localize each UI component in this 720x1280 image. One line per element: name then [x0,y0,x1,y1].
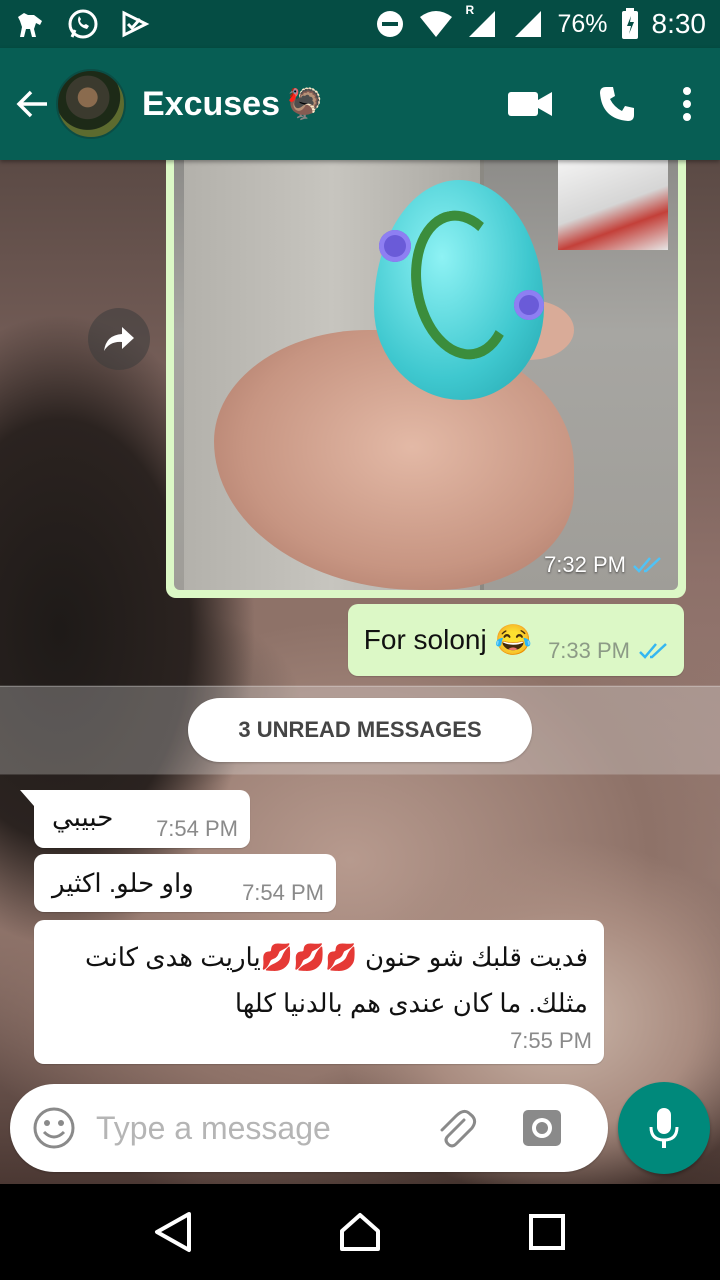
message-time: 7:55 PM [510,1028,592,1053]
laughing-emoji: 😂 [494,623,533,657]
chat-title: Excuses [142,84,280,123]
system-navigation-bar [0,1184,720,1280]
read-ticks-icon [633,557,661,573]
battery-icon [620,7,640,41]
signal-icon: R [465,3,499,41]
voice-call-button[interactable] [598,74,636,134]
read-ticks-icon [639,643,667,659]
attach-button[interactable] [434,1106,478,1150]
outgoing-message[interactable]: For solonj 😂 7:33 PM [347,604,684,676]
chat-header: Excuses 🦃 [0,48,720,160]
download-check-icon [118,7,152,41]
dog-app-icon [14,7,48,41]
incoming-message[interactable]: واو حلو. اكثير 7:54 PM [34,854,336,912]
more-vert-icon [683,87,691,121]
back-button[interactable] [12,74,52,134]
message-meta: 7:33 PM [548,638,670,664]
photo-flower [379,230,411,262]
video-call-icon [508,92,552,116]
clock: 8:30 [651,8,707,39]
camera-button[interactable] [520,1106,564,1150]
avatar[interactable] [56,69,126,139]
whatsapp-icon [66,7,100,41]
smiley-icon [33,1107,75,1149]
message-text: For solonj [363,624,487,655]
nav-back-icon [155,1212,192,1252]
battery-percent: 76% [557,9,608,38]
emoji-button[interactable] [32,1106,76,1150]
egg-photo[interactable]: 7:32 PM [174,160,678,590]
image-message[interactable]: 7:32 PM [166,160,686,598]
phone-call-icon [600,87,634,121]
screen: R 76% 8:30 Excuses 🦃 7:32 PM For solonj … [0,0,720,1280]
message-time: 7:54 PM [242,880,324,905]
microphone-icon [649,1108,679,1148]
message-time: 7:54 PM [156,816,238,841]
incoming-message[interactable]: حبيبي 7:54 PM [20,790,250,848]
video-call-button[interactable] [508,74,552,134]
photo-flower [514,290,544,320]
nav-recents-icon [528,1214,565,1250]
status-bar: R 76% 8:30 [0,0,720,48]
message-text: حبيبي [52,802,114,832]
header-actions [508,74,692,134]
back-arrow-icon [16,90,47,118]
message-text: فديت قلبك شو حنون 💋💋💋ياريت هدى كانت مثلك… [84,942,588,1018]
signal-icon [511,7,545,41]
message-input[interactable] [96,1109,396,1147]
nav-recents-button[interactable] [517,1202,577,1262]
message-text: واو حلو. اكثير [52,868,194,898]
camera-icon [523,1110,561,1146]
chat-title-group[interactable]: Excuses 🦃 [142,85,323,124]
image-time: 7:32 PM [544,552,626,577]
unread-messages-badge: 3 UNREAD MESSAGES [188,698,532,762]
turkey-emoji: 🦃 [286,87,324,121]
image-timestamp: 7:32 PM [544,552,664,578]
incoming-message[interactable]: فديت قلبك شو حنون 💋💋💋ياريت هدى كانت مثلك… [34,920,604,1064]
photo-bag [558,160,668,250]
do-not-disturb-icon [373,7,407,41]
voice-record-button[interactable] [618,1082,710,1174]
forward-icon [104,327,134,351]
forward-button[interactable] [88,308,150,370]
more-options-button[interactable] [682,74,692,134]
nav-home-icon [339,1213,380,1251]
nav-back-button[interactable] [143,1202,203,1262]
message-time: 7:33 PM [548,638,630,663]
message-composer [10,1084,608,1172]
paperclip-icon [440,1109,477,1148]
nav-home-button[interactable] [330,1202,390,1262]
wifi-icon [419,7,453,41]
roaming-label: R [465,3,475,17]
